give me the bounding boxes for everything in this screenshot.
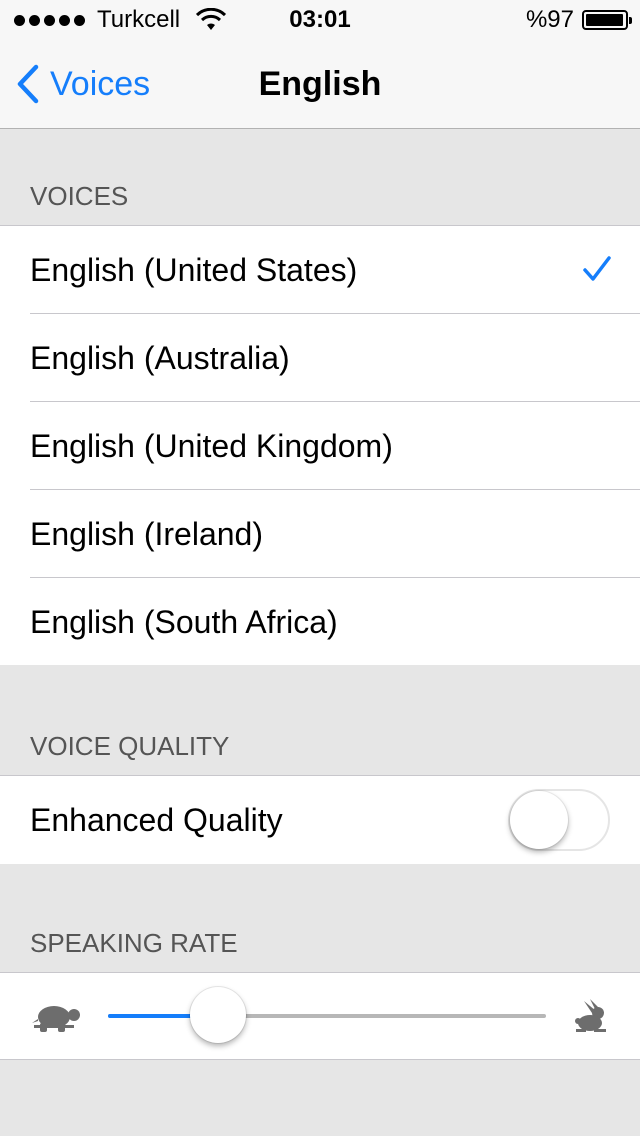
voice-row[interactable]: English (United Kingdom) [0,402,640,490]
slider-thumb[interactable] [190,987,246,1043]
enhanced-quality-label: Enhanced Quality [30,802,283,838]
status-bar: Turkcell 03:01 %97 [0,0,640,40]
speaking-rate-row [0,973,640,1059]
voice-label: English (Australia) [30,340,290,376]
status-right: %97 [525,6,632,34]
screen: Turkcell 03:01 %97 Voices English VOICES… [0,0,640,1136]
checkmark-icon [583,256,611,281]
section-header-voices-label: VOICES [30,181,129,211]
battery-fill [586,14,623,26]
enhanced-quality-row: Enhanced Quality [0,776,640,864]
toggle-knob [510,791,568,849]
back-button-label: Voices [50,64,151,103]
speaking-rate-group [0,972,640,1060]
battery-icon [582,10,632,30]
voice-row[interactable]: English (United States) [0,226,640,314]
enhanced-quality-toggle[interactable] [508,789,610,851]
voice-row[interactable]: English (South Africa) [0,578,640,666]
voice-label: English (United States) [30,252,358,288]
voice-label: English (South Africa) [30,604,338,640]
section-header-speaking-rate: SPEAKING RATE [0,864,640,972]
navigation-bar: Voices English [0,40,640,129]
section-header-voices: VOICES [0,129,640,225]
voice-label: English (United Kingdom) [30,428,393,464]
speaking-rate-slider[interactable] [108,987,546,1043]
rabbit-icon [575,999,606,1032]
turtle-icon [32,1006,80,1032]
voice-quality-group: Enhanced Quality [0,775,640,865]
battery-percent: %97 [525,6,574,33]
section-header-voice-quality: VOICE QUALITY [0,665,640,775]
voice-row[interactable]: English (Australia) [0,314,640,402]
back-button[interactable]: Voices [14,62,150,106]
section-header-voice-quality-label: VOICE QUALITY [30,731,230,761]
chevron-left-icon [17,64,39,104]
voices-list: English (United States) English (Australi… [0,225,640,667]
voice-label: English (Ireland) [30,516,263,552]
voice-row[interactable]: English (Ireland) [0,490,640,578]
section-header-speaking-rate-label: SPEAKING RATE [30,928,238,958]
